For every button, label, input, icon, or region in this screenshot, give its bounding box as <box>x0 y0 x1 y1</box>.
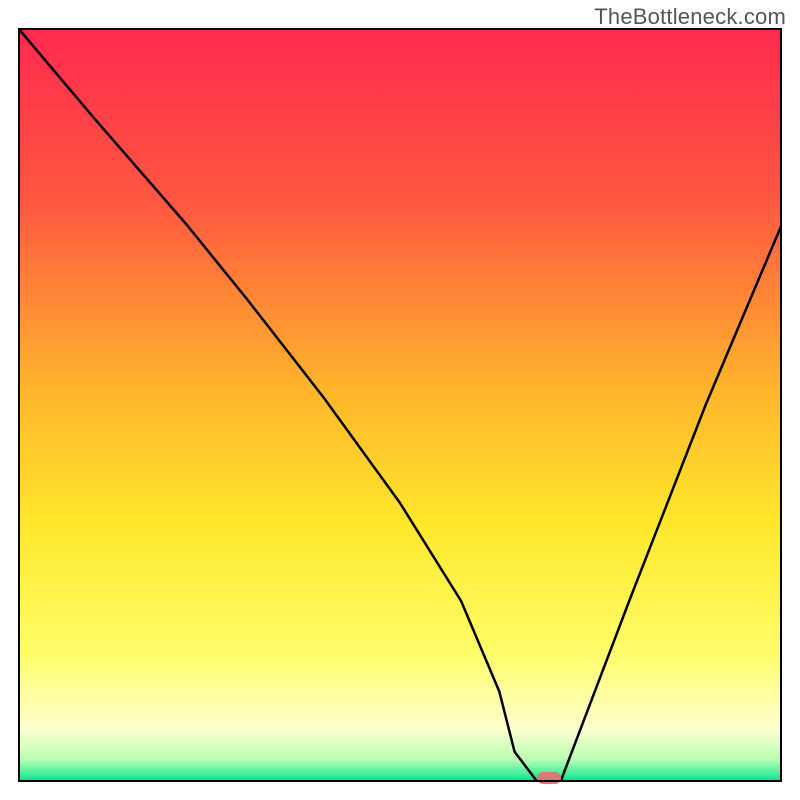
minimum-marker <box>537 772 561 784</box>
bottleneck-chart: TheBottleneck.com <box>0 0 800 800</box>
plot-area <box>18 28 782 782</box>
watermark-text: TheBottleneck.com <box>594 4 786 30</box>
